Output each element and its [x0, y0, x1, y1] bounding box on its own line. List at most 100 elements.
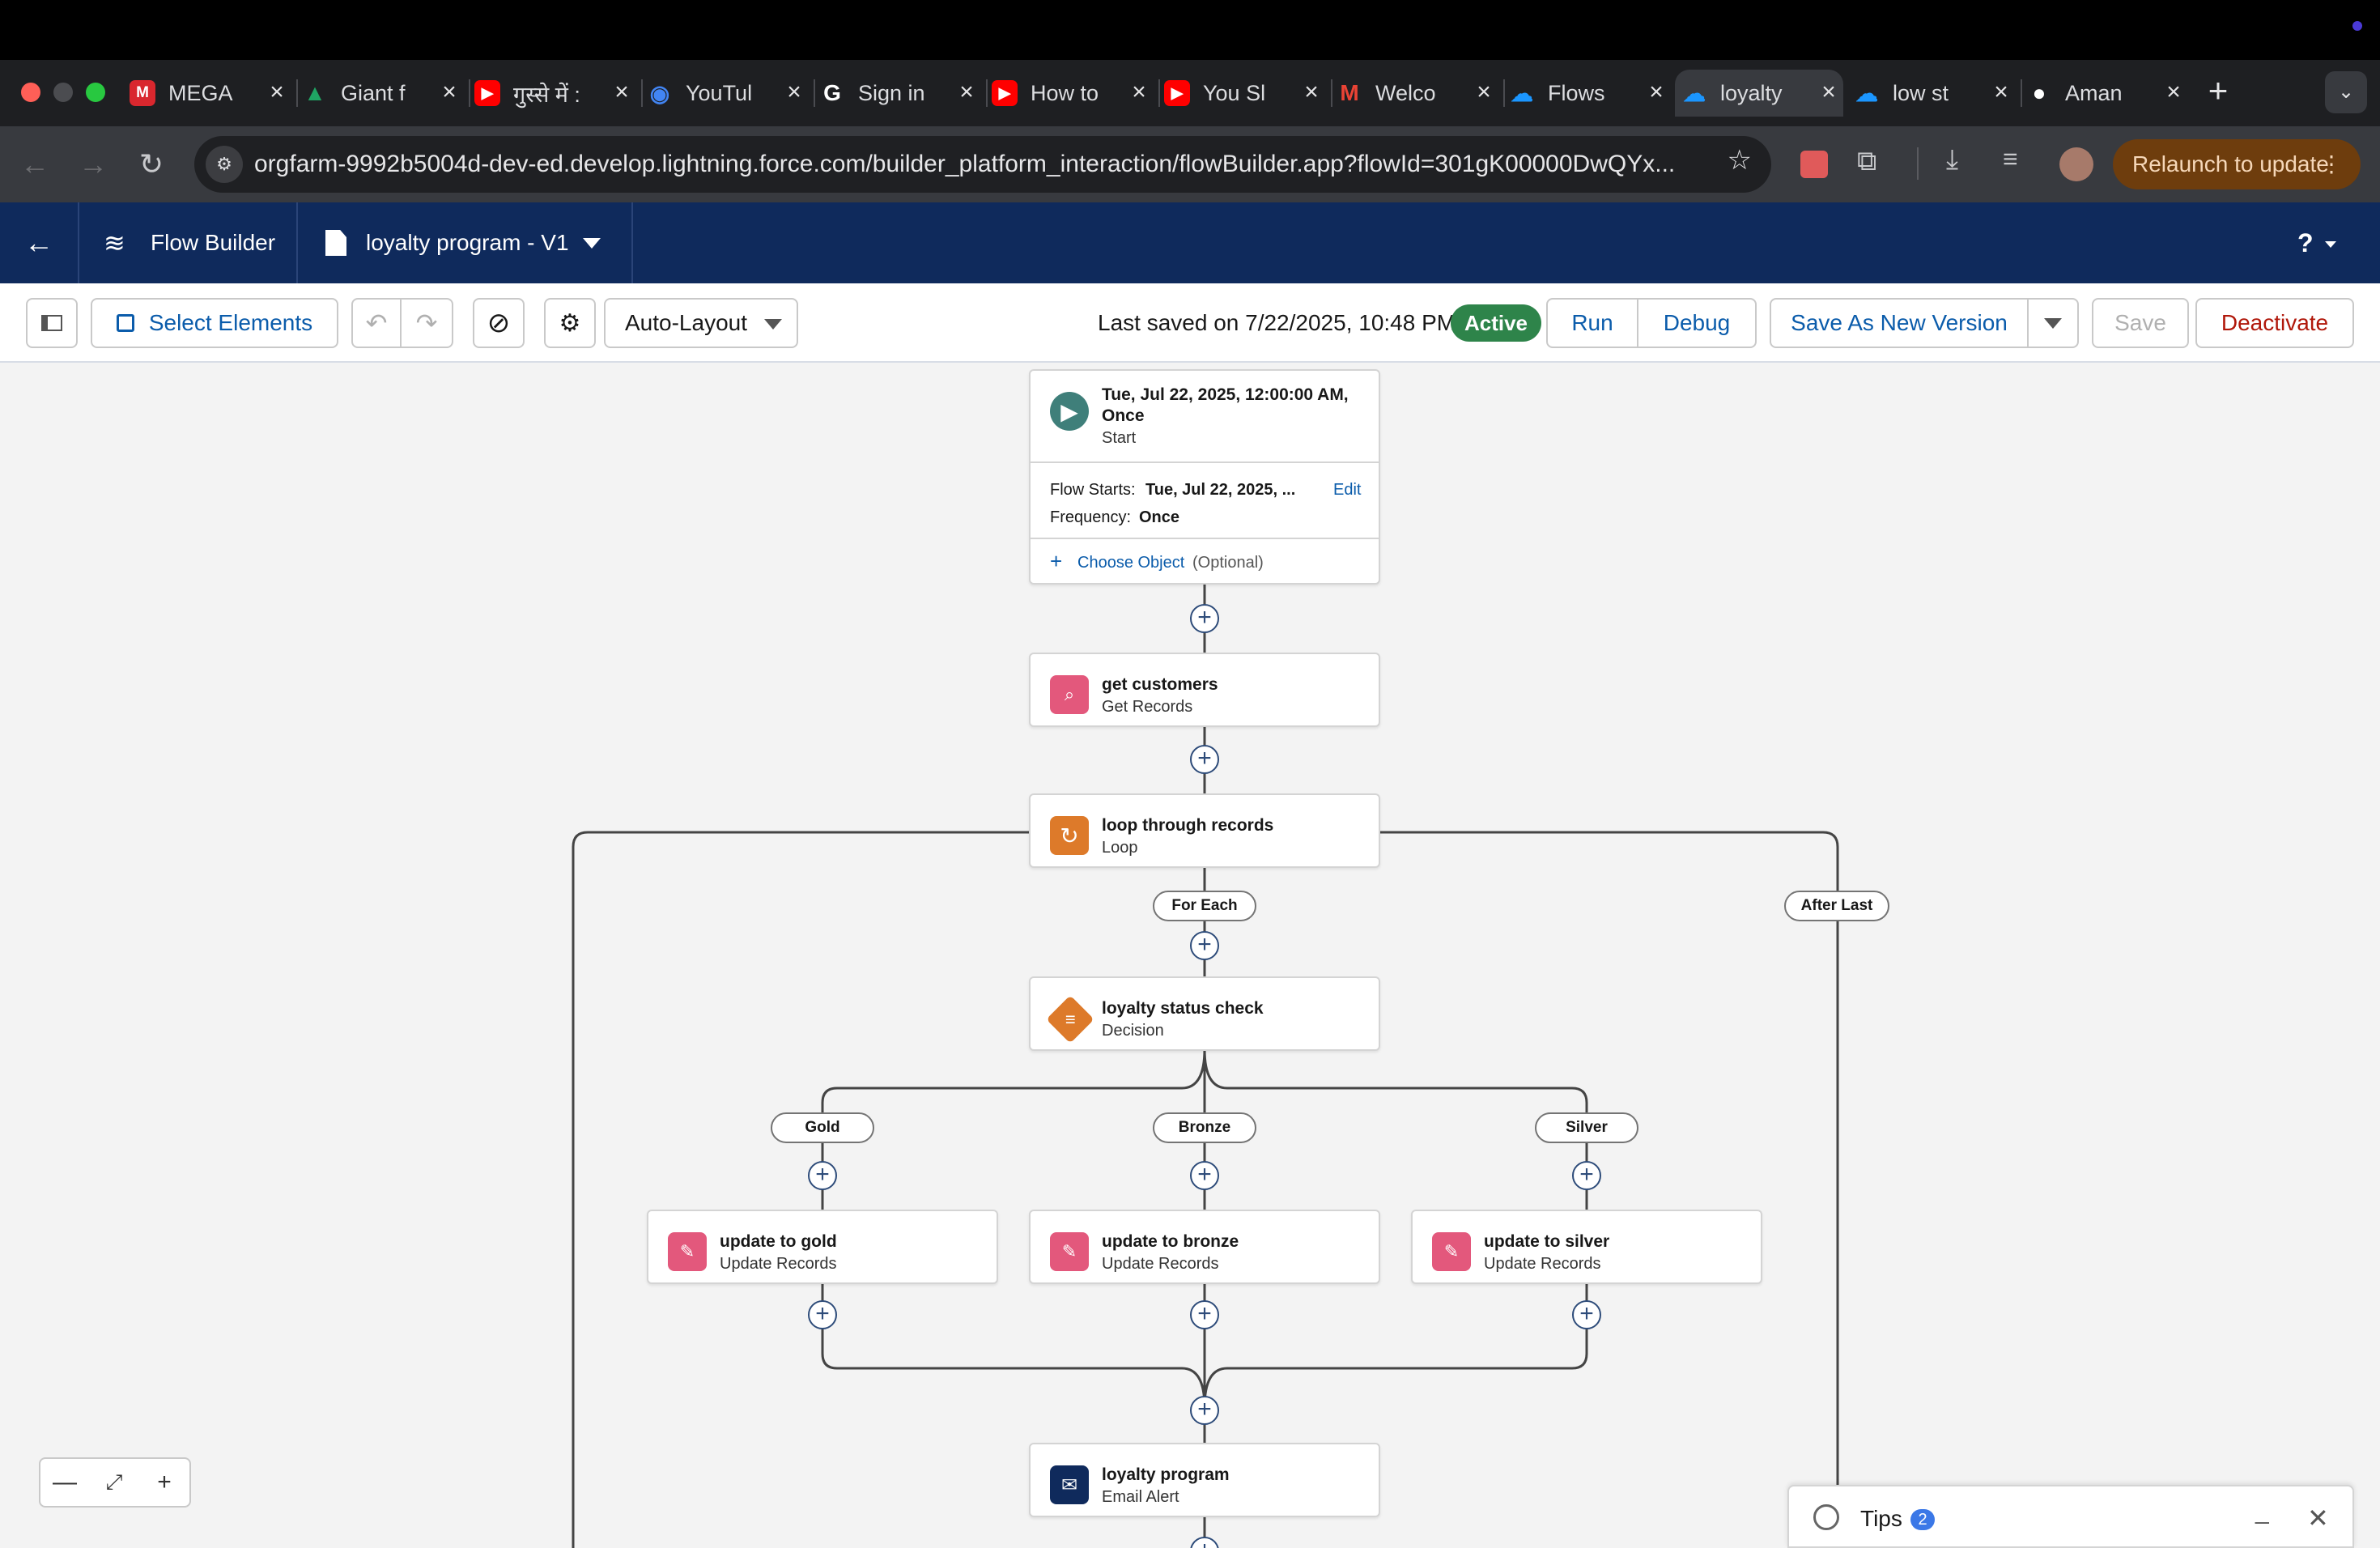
browser-tab[interactable]: ● Aman × — [2020, 70, 2188, 117]
media-control-icon[interactable]: ≡ — [2003, 144, 2018, 174]
forward-button[interactable]: → — [74, 146, 112, 183]
tab-close-icon[interactable]: × — [435, 78, 464, 107]
tab-title: Welco — [1375, 80, 1436, 105]
add-element-button[interactable]: + — [1190, 745, 1219, 774]
browser-tab[interactable]: ☁ low st × — [1847, 70, 2016, 117]
back-button[interactable]: ← — [16, 146, 53, 183]
browser-tab[interactable]: ◉ YouTul × — [640, 70, 809, 117]
node-type: Update Records — [1484, 1255, 1601, 1273]
fit-view-button[interactable]: ⤢ — [89, 1457, 141, 1508]
status-badge: Active — [1451, 304, 1541, 342]
browser-tab[interactable]: M Welco × — [1330, 70, 1498, 117]
help-icon[interactable]: ? — [2297, 202, 2314, 283]
tab-close-icon[interactable]: × — [1987, 78, 2016, 107]
tab-close-icon[interactable]: × — [1469, 78, 1498, 107]
help-chevron-icon[interactable] — [2325, 241, 2336, 248]
choose-object-link[interactable]: Choose Object — [1077, 554, 1184, 572]
start-node[interactable]: ▶ Tue, Jul 22, 2025, 12:00:00 AM, Once S… — [1029, 369, 1380, 585]
save-as-new-version-button[interactable]: Save As New Version — [1770, 298, 2029, 348]
tab-close-icon[interactable]: × — [952, 78, 981, 107]
update-bronze-node[interactable]: ✎ update to bronze Update Records — [1029, 1210, 1380, 1284]
tab-title: YouTul — [686, 80, 753, 105]
browser-tab[interactable]: M MEGA × — [123, 70, 291, 117]
debug-button[interactable]: Debug — [1637, 298, 1757, 348]
zoom-out-button[interactable]: — — [39, 1457, 91, 1508]
add-element-button[interactable]: + — [808, 1300, 837, 1329]
add-element-button[interactable]: + — [1190, 1161, 1219, 1190]
tab-search-button[interactable]: ⌄ — [2325, 71, 2367, 113]
tab-close-icon[interactable]: × — [262, 78, 291, 107]
tab-title: Aman — [2065, 80, 2123, 105]
add-element-button[interactable]: + — [1190, 931, 1219, 960]
bookmark-star-icon[interactable]: ☆ — [1728, 144, 1752, 176]
salesforce-icon: ☁ — [1511, 80, 1533, 106]
decision-node[interactable]: ≡ loyalty status check Decision — [1029, 976, 1380, 1051]
browser-tab[interactable]: ▶ You Sl × — [1158, 70, 1326, 117]
tab-close-icon[interactable]: × — [1297, 78, 1326, 107]
tab-title: Flows — [1548, 80, 1605, 105]
update-gold-node[interactable]: ✎ update to gold Update Records — [647, 1210, 998, 1284]
tab-close-icon[interactable]: × — [1642, 78, 1671, 107]
reload-button[interactable]: ↻ — [133, 146, 170, 183]
select-elements-label: Select Elements — [148, 310, 313, 335]
add-element-button[interactable]: + — [1190, 1300, 1219, 1329]
relaunch-button[interactable]: Relaunch to update ⋮ — [2113, 139, 2361, 189]
browser-tab[interactable]: ▶ गुस्से में : × — [468, 70, 636, 117]
header-divider — [631, 202, 633, 283]
new-tab-button[interactable]: + — [2199, 71, 2238, 110]
get-customers-node[interactable]: ⌕ get customers Get Records — [1029, 653, 1380, 727]
browser-tab[interactable]: ☁ Flows × — [1502, 70, 1671, 117]
tab-close-icon[interactable]: × — [2159, 78, 2188, 107]
close-icon[interactable]: ✕ — [2307, 1503, 2329, 1533]
tab-close-icon[interactable]: × — [780, 78, 809, 107]
node-title: get customers — [1102, 675, 1218, 694]
node-type: Decision — [1102, 1022, 1164, 1040]
update-silver-node[interactable]: ✎ update to silver Update Records — [1411, 1210, 1762, 1284]
add-element-button[interactable]: + — [1190, 1396, 1219, 1425]
tab-close-icon[interactable]: × — [1814, 78, 1843, 107]
browser-tab[interactable]: ▶ How to × — [985, 70, 1154, 117]
extensions-puzzle-icon[interactable]: ⧉ — [1857, 146, 1876, 177]
add-element-button[interactable]: + — [1572, 1300, 1601, 1329]
google-drive-icon: ▲ — [304, 80, 326, 105]
chevron-down-icon[interactable] — [583, 238, 601, 249]
site-info-icon[interactable]: ⚙ — [206, 146, 243, 183]
frequency-value: Once — [1139, 508, 1180, 526]
browser-tab[interactable]: ▲ Giant f × — [295, 70, 464, 117]
settings-gear-icon[interactable]: ⚙ — [544, 298, 596, 348]
clear-icon[interactable]: ⊘ — [473, 298, 525, 348]
profile-avatar[interactable] — [2059, 147, 2093, 181]
downloads-icon[interactable]: ⤓ — [1946, 144, 1958, 176]
save-options-button[interactable] — [2027, 298, 2079, 348]
add-element-button[interactable]: + — [1190, 604, 1219, 633]
save-button[interactable]: Save — [2092, 298, 2189, 348]
window-minimize-icon[interactable] — [53, 83, 73, 102]
tab-close-icon[interactable]: × — [607, 78, 636, 107]
tab-close-icon[interactable]: × — [1124, 78, 1154, 107]
toggle-panel-button[interactable] — [26, 298, 78, 348]
window-maximize-icon[interactable] — [86, 83, 105, 102]
browser-tab[interactable]: ☁ loyalty × — [1675, 70, 1843, 117]
layout-mode-select[interactable]: Auto-Layout — [604, 298, 798, 348]
gold-merge-connector — [821, 1282, 1206, 1408]
email-alert-node[interactable]: ✉ loyalty program Email Alert — [1029, 1443, 1380, 1517]
tips-panel[interactable]: Tips 2 _ ✕ — [1787, 1485, 2354, 1548]
run-button[interactable]: Run — [1546, 298, 1638, 348]
status-dot-icon — [2352, 21, 2362, 31]
back-arrow-icon[interactable]: ← — [24, 202, 53, 283]
minimize-icon[interactable]: _ — [2255, 1498, 2269, 1525]
loop-node[interactable]: ↻ loop through records Loop — [1029, 793, 1380, 868]
extension-icon[interactable] — [1800, 151, 1828, 178]
select-elements-button[interactable]: Select Elements — [91, 298, 338, 348]
flow-canvas[interactable]: ▶ Tue, Jul 22, 2025, 12:00:00 AM, Once S… — [0, 363, 2380, 1548]
zoom-in-button[interactable]: + — [139, 1457, 191, 1508]
panel-icon — [41, 315, 62, 331]
add-element-button[interactable]: + — [808, 1161, 837, 1190]
add-element-button[interactable]: + — [1572, 1161, 1601, 1190]
edit-link[interactable]: Edit — [1333, 481, 1361, 500]
undo-button[interactable]: ↶ — [351, 298, 402, 348]
window-close-icon[interactable] — [21, 83, 40, 102]
browser-tab[interactable]: G Sign in × — [813, 70, 981, 117]
deactivate-button[interactable]: Deactivate — [2195, 298, 2354, 348]
redo-button[interactable]: ↷ — [402, 298, 453, 348]
